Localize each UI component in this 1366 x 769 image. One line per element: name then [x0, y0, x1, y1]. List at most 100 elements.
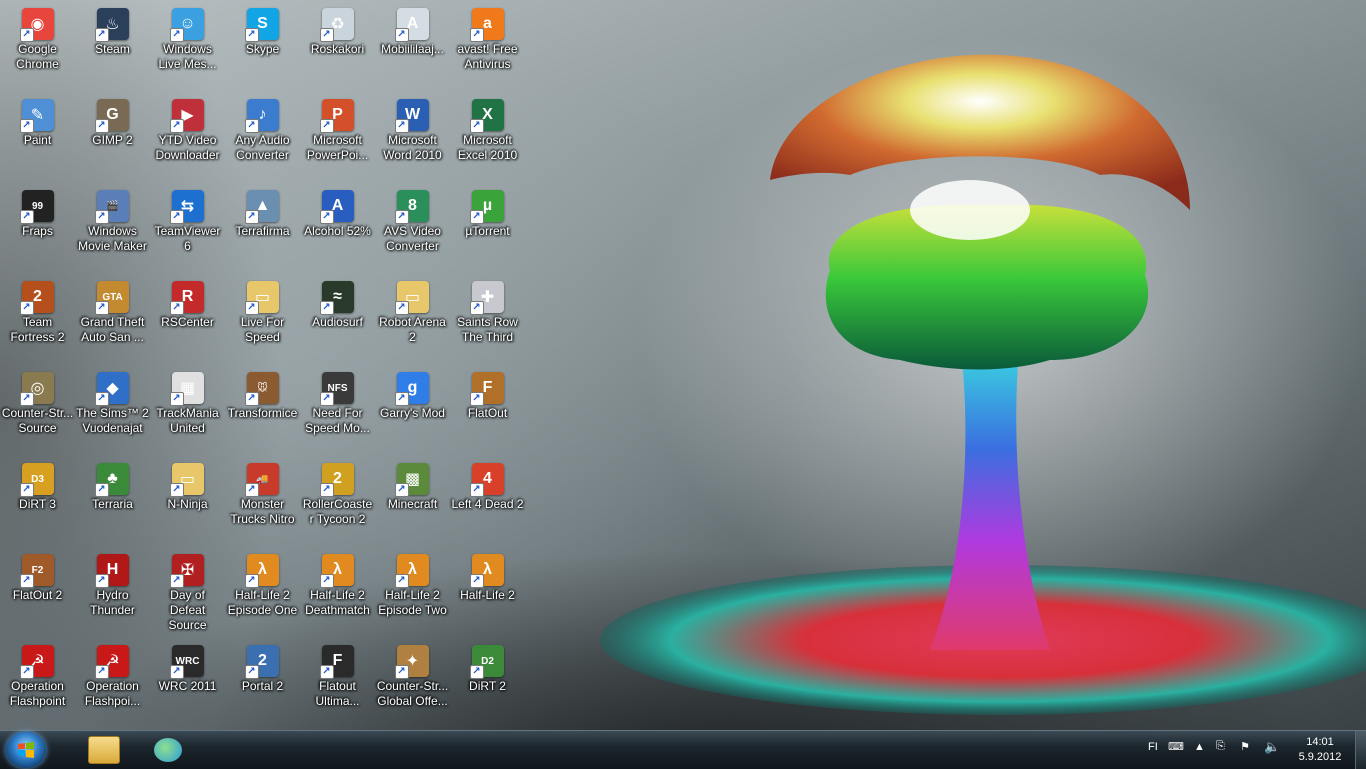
- desktop-icon[interactable]: ▭ ↗ Live For Speed: [225, 275, 300, 365]
- desktop-icon[interactable]: ☺ ↗ Windows Live Mes...: [150, 2, 225, 92]
- desktop-icon[interactable]: ✦ ↗ Counter-Str... Global Offe...: [375, 639, 450, 729]
- desktop-icon[interactable]: 8 ↗ AVS Video Converter: [375, 184, 450, 274]
- desktop-icon[interactable]: 2 ↗ Team Fortress 2: [0, 275, 75, 365]
- folder-icon: [88, 736, 120, 764]
- desktop-icon[interactable]: ▭ ↗ Robot Arena 2: [375, 275, 450, 365]
- desktop-icon[interactable]: WRC ↗ WRC 2011: [150, 639, 225, 729]
- shortcut-arrow-icon: ↗: [169, 210, 184, 224]
- desktop-icon[interactable]: a ↗ avast! Free Antivirus: [450, 2, 525, 92]
- flatout-ultimate-icon: F ↗: [319, 645, 354, 679]
- start-button[interactable]: [6, 732, 46, 768]
- desktop-icon[interactable]: 2 ↗ RollerCoaster Tycoon 2: [300, 457, 375, 547]
- desktop-icon[interactable]: ✚ ↗ Saints Row The Third: [450, 275, 525, 365]
- shortcut-arrow-icon: ↗: [469, 392, 484, 406]
- desktop-icon[interactable]: g ↗ Garry's Mod: [375, 366, 450, 456]
- steam-icon: ♨ ↗: [94, 8, 129, 42]
- clock[interactable]: 14:01 5.9.2012: [1290, 735, 1350, 765]
- desktop-icon[interactable]: W ↗ Microsoft Word 2010: [375, 93, 450, 183]
- desktop-icon[interactable]: ♣ ↗ Terraria: [75, 457, 150, 547]
- desktop[interactable]: ◉ ↗ Google Chrome ♨ ↗ Steam ☺ ↗ Windows Live Mes…: [0, 0, 1366, 730]
- messenger-icon: ☺ ↗: [169, 8, 204, 42]
- desktop-icon[interactable]: GTA ↗ Grand Theft Auto San ...: [75, 275, 150, 365]
- desktop-icon-label: Hydro Thunder: [90, 588, 135, 617]
- desktop-icon[interactable]: ▩ ↗ Minecraft: [375, 457, 450, 547]
- shortcut-arrow-icon: ↗: [469, 119, 484, 133]
- shortcut-arrow-icon: ↗: [94, 483, 109, 497]
- desktop-icon[interactable]: F ↗ Flatout Ultima...: [300, 639, 375, 729]
- keyboard-icon[interactable]: ⌨: [1168, 740, 1184, 753]
- desktop-icon[interactable]: ▦ ↗ TrackMania United: [150, 366, 225, 456]
- desktop-icon[interactable]: ☭ ↗ Operation Flashpoi...: [75, 639, 150, 729]
- desktop-icon[interactable]: A ↗ Alcohol 52%: [300, 184, 375, 274]
- desktop-icon[interactable]: λ ↗ Half-Life 2 Episode One: [225, 548, 300, 638]
- desktop-icon[interactable]: X ↗ Microsoft Excel 2010: [450, 93, 525, 183]
- desktop-icon[interactable]: ≈ ↗ Audiosurf: [300, 275, 375, 365]
- ofp-icon: ☭ ↗: [94, 645, 129, 679]
- desktop-icon[interactable]: µ ↗ µTorrent: [450, 184, 525, 274]
- show-desktop-button[interactable]: [1355, 731, 1366, 769]
- desktop-icon[interactable]: A ↗ Mobiililaaj...: [375, 2, 450, 92]
- shortcut-arrow-icon: ↗: [19, 28, 34, 42]
- desktop-icon[interactable]: 🚚 ↗ Monster Trucks Nitro: [225, 457, 300, 547]
- desktop-icon[interactable]: ♪ ↗ Any Audio Converter: [225, 93, 300, 183]
- shortcut-arrow-icon: ↗: [169, 301, 184, 315]
- desktop-icon[interactable]: ☭ ↗ Operation Flashpoint: [0, 639, 75, 729]
- shortcut-arrow-icon: ↗: [319, 28, 334, 42]
- desktop-icon[interactable]: ▭ ↗ N-Ninja: [150, 457, 225, 547]
- desktop-icon[interactable]: ▶ ↗ YTD Video Downloader: [150, 93, 225, 183]
- desktop-icon[interactable]: ✠ ↗ Day of Defeat Source: [150, 548, 225, 638]
- desktop-icon[interactable]: D3 ↗ DiRT 3: [0, 457, 75, 547]
- desktop-icon-label: Microsoft Excel 2010: [457, 133, 518, 162]
- action-center-icon[interactable]: ⚑: [1240, 740, 1250, 753]
- desktop-icon[interactable]: 2 ↗ Portal 2: [225, 639, 300, 729]
- network-icon[interactable]: ⎘: [1216, 740, 1225, 753]
- desktop-icon[interactable]: λ ↗ Half-Life 2 Deathmatch: [300, 548, 375, 638]
- desktop-icon[interactable]: 🐭 ↗ Transformice: [225, 366, 300, 456]
- messenger-icon: [154, 738, 182, 762]
- desktop-icon-label: Transformice: [227, 406, 298, 420]
- desktop-icon[interactable]: R ↗ RSCenter: [150, 275, 225, 365]
- shortcut-arrow-icon: ↗: [169, 665, 184, 679]
- folder-icon: ▭ ↗: [169, 463, 204, 497]
- show-hidden-icons-icon[interactable]: ▲: [1194, 741, 1205, 753]
- desktop-icon[interactable]: 🎬 ↗ Windows Movie Maker: [75, 184, 150, 274]
- desktop-icon[interactable]: ✎ ↗ Paint: [0, 93, 75, 183]
- desktop-icon[interactable]: F ↗ FlatOut: [450, 366, 525, 456]
- taskbar: FI ⌨ ▲ ⎘ ⚑ 🔈 14:01 5.9.2012: [0, 730, 1366, 769]
- portal2-icon: 2 ↗: [244, 645, 279, 679]
- desktop-icon[interactable]: 4 ↗ Left 4 Dead 2: [450, 457, 525, 547]
- shortcut-arrow-icon: ↗: [244, 210, 259, 224]
- taskbar-explorer-button[interactable]: [76, 733, 132, 767]
- avs-icon: 8 ↗: [394, 190, 429, 224]
- desktop-icon[interactable]: D2 ↗ DiRT 2: [450, 639, 525, 729]
- desktop-icon-label: Windows Movie Maker: [78, 224, 147, 253]
- desktop-icon[interactable]: ▲ ↗ Terrafirma: [225, 184, 300, 274]
- desktop-icon[interactable]: 99 ↗ Fraps: [0, 184, 75, 274]
- powerpoint-icon: P ↗: [319, 99, 354, 133]
- volume-icon[interactable]: 🔈: [1264, 739, 1280, 755]
- desktop-icon[interactable]: λ ↗ Half-Life 2: [450, 548, 525, 638]
- desktop-icon-label: FlatOut: [467, 406, 508, 420]
- desktop-icon[interactable]: F2 ↗ FlatOut 2: [0, 548, 75, 638]
- desktop-icon[interactable]: S ↗ Skype: [225, 2, 300, 92]
- folder-icon: ▭ ↗: [244, 281, 279, 315]
- desktop-icon[interactable]: λ ↗ Half-Life 2 Episode Two: [375, 548, 450, 638]
- shortcut-arrow-icon: ↗: [169, 574, 184, 588]
- desktop-icon[interactable]: H ↗ Hydro Thunder: [75, 548, 150, 638]
- desktop-icon[interactable]: ♨ ↗ Steam: [75, 2, 150, 92]
- trackmania-icon: ▦ ↗: [169, 372, 204, 406]
- desktop-icon[interactable]: ♻ ↗ Roskakori: [300, 2, 375, 92]
- shortcut-arrow-icon: ↗: [19, 301, 34, 315]
- shortcut-arrow-icon: ↗: [244, 392, 259, 406]
- desktop-icon[interactable]: ◆ ↗ The Sims™ 2 Vuodenajat: [75, 366, 150, 456]
- language-indicator[interactable]: FI: [1148, 741, 1158, 753]
- desktop-icon[interactable]: ◎ ↗ Counter-Str... Source: [0, 366, 75, 456]
- shortcut-arrow-icon: ↗: [244, 119, 259, 133]
- desktop-icon[interactable]: G ↗ GIMP 2: [75, 93, 150, 183]
- desktop-icon[interactable]: P ↗ Microsoft PowerPoi...: [300, 93, 375, 183]
- taskbar-messenger-button[interactable]: [140, 733, 196, 767]
- desktop-icon[interactable]: ⇆ ↗ TeamViewer 6: [150, 184, 225, 274]
- alcohol-icon: A ↗: [319, 190, 354, 224]
- desktop-icon[interactable]: ◉ ↗ Google Chrome: [0, 2, 75, 92]
- desktop-icon[interactable]: NFS ↗ Need For Speed Mo...: [300, 366, 375, 456]
